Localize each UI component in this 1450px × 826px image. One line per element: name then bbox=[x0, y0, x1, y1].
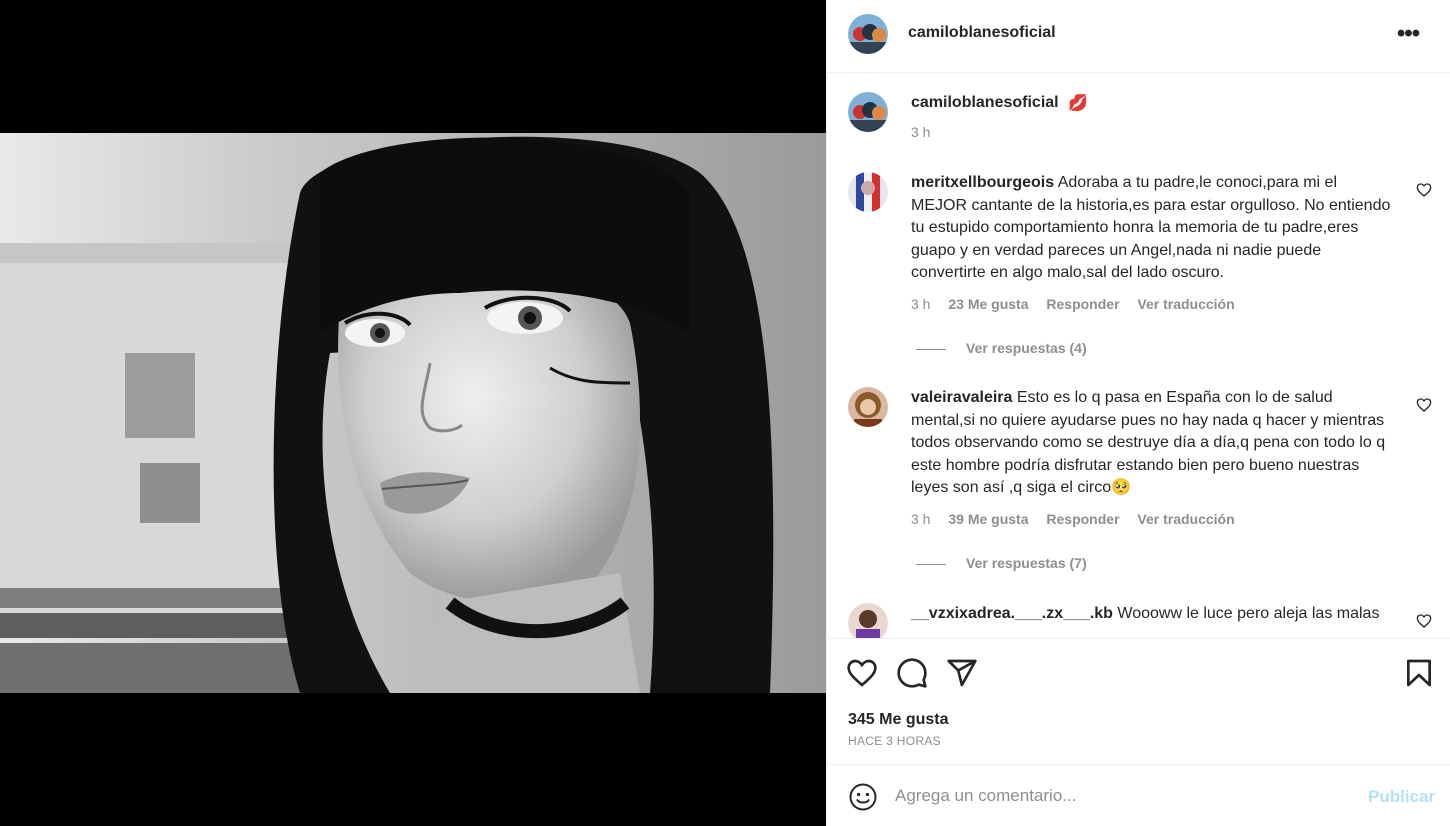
comment-input[interactable] bbox=[895, 783, 1345, 809]
portrait-image bbox=[0, 133, 826, 693]
comment-username[interactable]: __vzxixadrea.___.zx___.kb bbox=[911, 605, 1113, 622]
caption-time: 3 h bbox=[911, 124, 931, 140]
commenter-avatar[interactable] bbox=[848, 387, 888, 427]
post-timestamp: HACE 3 HORAS bbox=[848, 734, 941, 748]
author-avatar[interactable] bbox=[848, 14, 888, 54]
comment-composer: Publicar bbox=[827, 764, 1450, 826]
publish-button[interactable]: Publicar bbox=[1368, 787, 1435, 807]
emoji-icon[interactable] bbox=[848, 782, 878, 812]
comment-body: meritxellbourgeois Adoraba a tu padre,le… bbox=[911, 172, 1391, 285]
translate-button[interactable]: Ver traducción bbox=[1137, 296, 1234, 312]
comment-text: Woooww le luce pero aleja las malas bbox=[1117, 605, 1380, 622]
view-replies-button[interactable]: Ver respuestas (4) bbox=[916, 340, 1087, 356]
author-username[interactable]: camiloblanesoficial bbox=[908, 24, 1056, 42]
replies-divider bbox=[916, 348, 946, 350]
more-options-icon[interactable]: ••• bbox=[1393, 22, 1423, 46]
commenter-avatar[interactable] bbox=[848, 603, 888, 638]
translate-button[interactable]: Ver traducción bbox=[1137, 511, 1234, 527]
likes-count[interactable]: 345 Me gusta bbox=[848, 711, 948, 729]
replies-divider bbox=[916, 563, 946, 565]
bookmark-icon[interactable] bbox=[1403, 657, 1435, 689]
comment-like-heart-icon[interactable] bbox=[1416, 613, 1432, 629]
caption-avatar[interactable] bbox=[848, 92, 888, 132]
comment-username[interactable]: meritxellbourgeois bbox=[911, 174, 1054, 191]
post-photo[interactable] bbox=[0, 133, 826, 693]
comment-time: 3 h bbox=[911, 511, 931, 527]
comment-body: valeiravaleira Esto es lo q pasa en Espa… bbox=[911, 387, 1391, 500]
caption-username[interactable]: camiloblanesoficial bbox=[911, 94, 1059, 112]
comment-body: __vzxixadrea.___.zx___.kb Woooww le luce… bbox=[911, 603, 1391, 626]
reply-button[interactable]: Responder bbox=[1046, 296, 1119, 312]
comment-icon[interactable] bbox=[896, 657, 928, 689]
commenter-avatar[interactable] bbox=[848, 172, 888, 212]
post-side-panel: camiloblanesoficial ••• camiloblanesofic… bbox=[826, 0, 1450, 826]
post-actions: 345 Me gusta HACE 3 HORAS bbox=[827, 638, 1450, 764]
comment-likes[interactable]: 39 Me gusta bbox=[948, 511, 1028, 527]
comment-username[interactable]: valeiravaleira bbox=[911, 389, 1012, 406]
comment-meta: 3 h 23 Me gusta Responder Ver traducción bbox=[911, 296, 1249, 312]
caption-emoji: 💋 bbox=[1068, 95, 1088, 112]
heart-icon[interactable] bbox=[846, 657, 878, 689]
comment-time: 3 h bbox=[911, 296, 931, 312]
comment-like-heart-icon[interactable] bbox=[1416, 397, 1432, 413]
post-header: camiloblanesoficial ••• bbox=[827, 0, 1450, 73]
comment-like-heart-icon[interactable] bbox=[1416, 182, 1432, 198]
post-media[interactable] bbox=[0, 0, 826, 826]
view-replies-button[interactable]: Ver respuestas (7) bbox=[916, 555, 1087, 571]
comment-meta: 3 h 39 Me gusta Responder Ver traducción bbox=[911, 511, 1249, 527]
comment-likes[interactable]: 23 Me gusta bbox=[948, 296, 1028, 312]
send-icon[interactable] bbox=[946, 657, 978, 689]
reply-button[interactable]: Responder bbox=[1046, 511, 1119, 527]
comments-list[interactable]: camiloblanesoficial 💋 3 h meritxellbourg… bbox=[827, 74, 1450, 638]
